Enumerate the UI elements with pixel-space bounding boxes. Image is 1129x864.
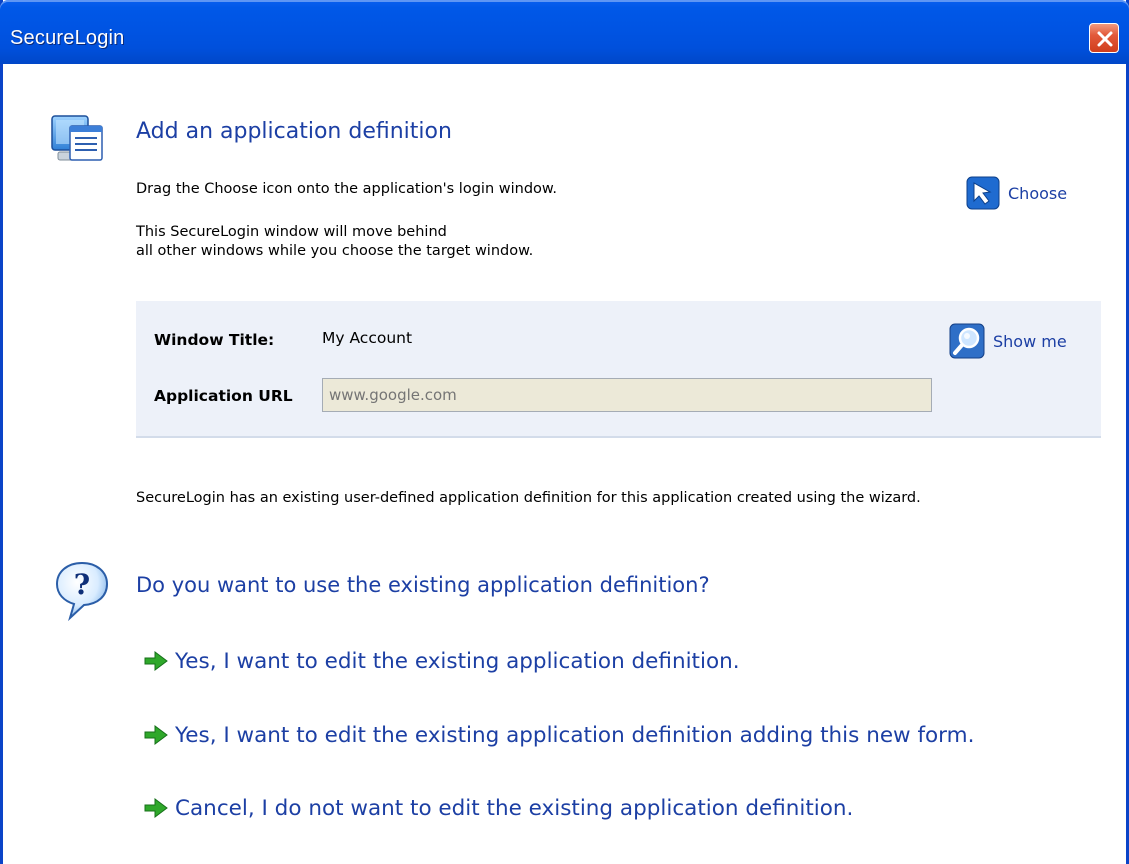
target-window-panel: Window Title: My Account Application URL… — [136, 301, 1101, 438]
note-text-line-2: all other windows while you choose the t… — [136, 243, 534, 259]
option-label: Yes, I want to edit the existing applica… — [175, 722, 975, 748]
window-title-label: Window Title: — [154, 331, 275, 349]
show-me-button[interactable]: Show me — [949, 323, 1067, 359]
option-edit-existing[interactable]: Yes, I want to edit the existing applica… — [143, 644, 740, 678]
option-label: Cancel, I do not want to edit the existi… — [175, 795, 854, 821]
close-icon — [1097, 31, 1113, 47]
choose-cursor-icon — [966, 176, 1000, 210]
magnifier-icon — [949, 323, 985, 359]
window-title: SecureLogin — [10, 27, 125, 49]
green-arrow-icon — [144, 725, 168, 745]
title-bar[interactable]: SecureLogin — [0, 0, 1129, 64]
option-edit-add-form[interactable]: Yes, I want to edit the existing applica… — [143, 718, 974, 752]
choose-button[interactable]: Choose — [966, 176, 1067, 210]
choose-label: Choose — [1008, 183, 1068, 203]
application-url-label: Application URL — [154, 387, 293, 405]
option-cancel[interactable]: Cancel, I do not want to edit the existi… — [143, 791, 853, 825]
note-text-line-1: This SecureLogin window will move behind — [136, 224, 447, 240]
instruction-text: Drag the Choose icon onto the applicatio… — [136, 181, 558, 197]
window-title-value: My Account — [322, 329, 413, 347]
close-button[interactable] — [1089, 23, 1119, 53]
option-label: Yes, I want to edit the existing applica… — [175, 648, 740, 674]
green-arrow-icon — [144, 651, 168, 671]
question-text: Do you want to use the existing applicat… — [136, 573, 710, 597]
application-window-icon — [51, 115, 103, 161]
question-icon: ? — [55, 561, 109, 622]
existing-definition-message: SecureLogin has an existing user-defined… — [136, 490, 921, 506]
application-url-input[interactable] — [322, 378, 932, 412]
securelogin-window: SecureLogin Add an application definitio… — [0, 0, 1129, 864]
svg-text:?: ? — [74, 568, 90, 601]
green-arrow-icon — [144, 798, 168, 818]
show-me-label: Show me — [993, 331, 1067, 351]
page-title: Add an application definition — [136, 119, 452, 144]
